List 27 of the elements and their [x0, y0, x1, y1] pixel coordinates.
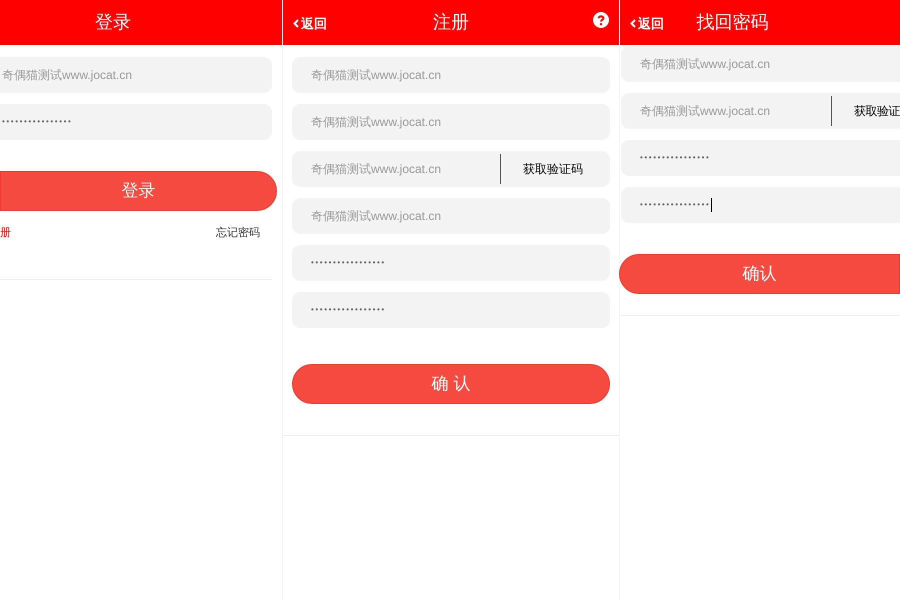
input-field[interactable]: 奇偶猫测试www.jocat.cn [621, 46, 900, 82]
chevron-left-icon [293, 19, 299, 28]
page-title: 登录 [95, 11, 131, 34]
get-code-button[interactable]: 获取验证 [854, 102, 900, 120]
help-icon[interactable] [593, 12, 609, 28]
input-field[interactable]: 奇偶猫测试www.jocat.cn 获取验证 [621, 93, 900, 129]
input-field[interactable]: 奇偶猫测试www.jocat.cn [292, 104, 610, 140]
submit-button[interactable]: 确 认 [292, 364, 610, 404]
get-code-button[interactable]: 获取验证码 [523, 160, 610, 178]
input-field[interactable]: •••••••••••••••• [621, 187, 900, 223]
input-field[interactable]: ••••••••••••••••• [292, 245, 610, 281]
submit-button[interactable]: 确认 [619, 254, 900, 294]
back-link[interactable]: 返回 [630, 14, 664, 34]
input-field[interactable]: •••••••••••••••• [621, 140, 900, 176]
text-link[interactable]: 册 [0, 225, 11, 242]
text-link[interactable]: 忘记密码 [216, 225, 260, 242]
page-title: 注册 [433, 11, 469, 34]
input-field[interactable]: 奇偶猫测试www.jocat.cn [0, 57, 272, 93]
input-field[interactable]: 奇偶猫测试www.jocat.cn [292, 198, 610, 234]
input-field[interactable]: 奇偶猫测试www.jocat.cn [292, 57, 610, 93]
input-field[interactable]: •••••••••••••••• [0, 104, 272, 140]
input-field[interactable]: 奇偶猫测试www.jocat.cn 获取验证码 [292, 151, 610, 187]
back-link[interactable]: 返回 [293, 14, 327, 34]
submit-button[interactable]: 登录 [0, 171, 277, 211]
page-title: 找回密码 [696, 11, 768, 34]
input-field[interactable]: ••••••••••••••••• [292, 292, 610, 328]
chevron-left-icon [630, 19, 636, 28]
